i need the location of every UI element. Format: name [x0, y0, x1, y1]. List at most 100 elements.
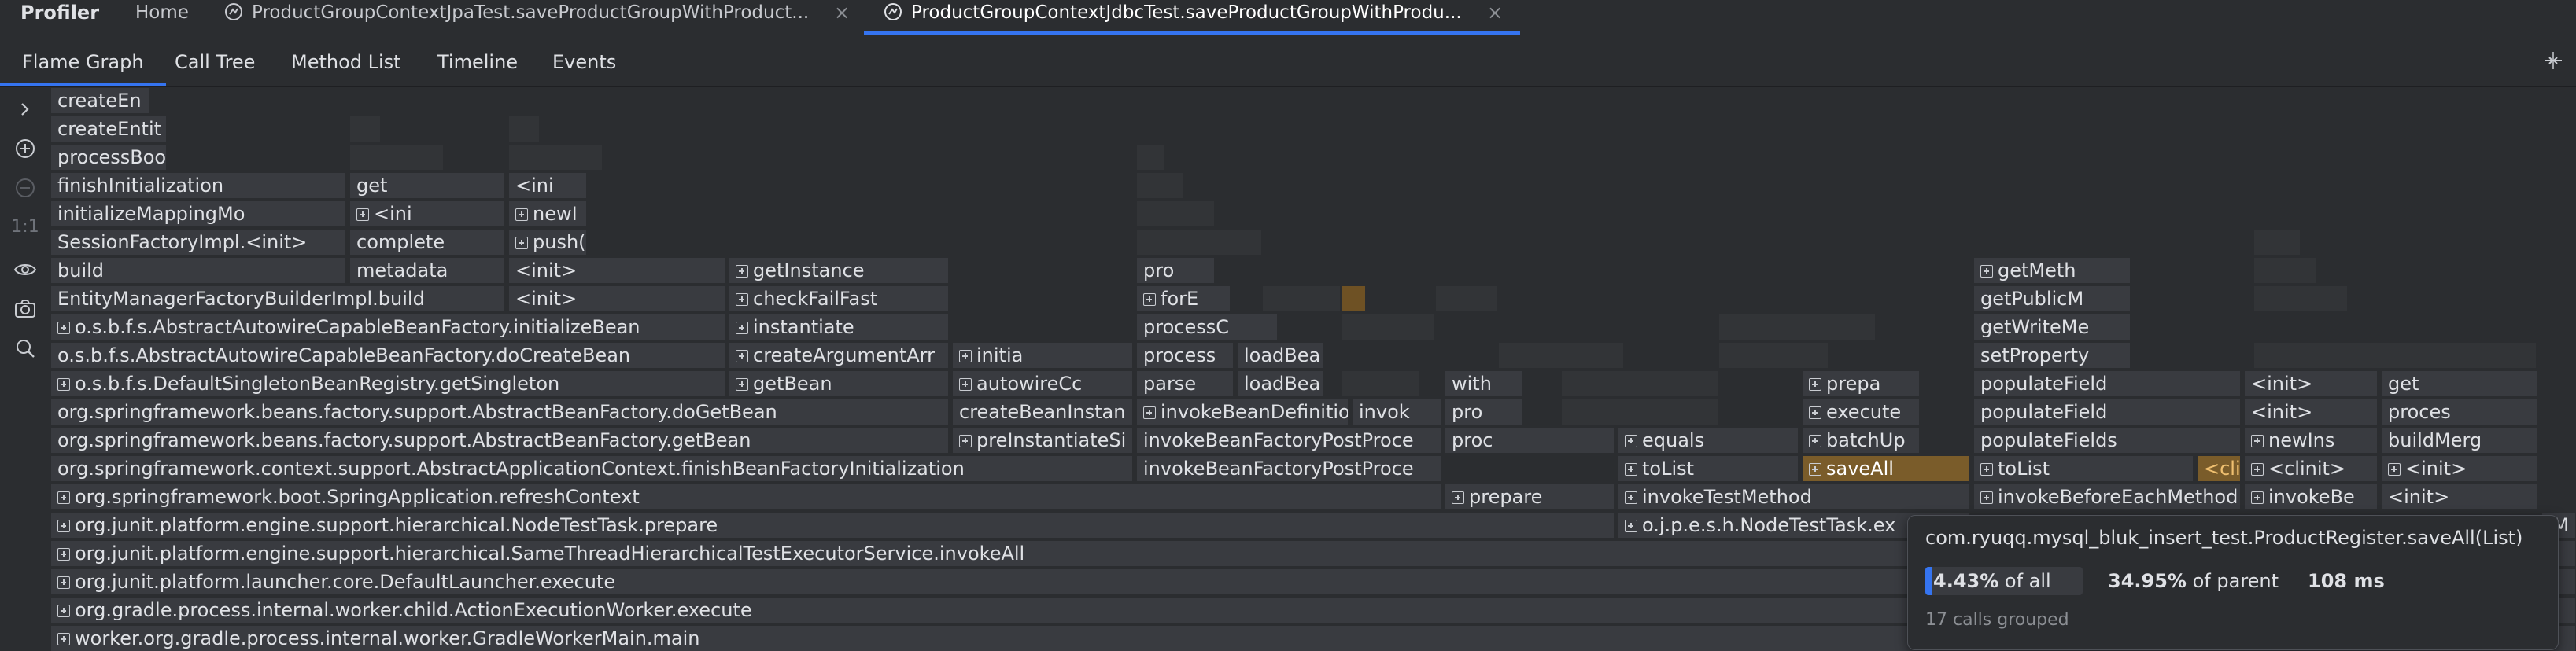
- frame-block[interactable]: [508, 144, 603, 171]
- frame[interactable]: invokeBeanDefinitio: [1136, 399, 1349, 425]
- frame[interactable]: proc: [1445, 427, 1615, 454]
- tab-home[interactable]: Home: [135, 0, 189, 35]
- frame[interactable]: getPublicM: [1973, 285, 2131, 312]
- frame[interactable]: invokeBeanFactoryPostProce: [1136, 427, 1441, 454]
- frame[interactable]: finishInitialization: [50, 172, 346, 199]
- frame-block[interactable]: [2253, 257, 2316, 284]
- frame[interactable]: process: [1136, 342, 1234, 369]
- frame[interactable]: toList: [1973, 455, 2194, 482]
- frame[interactable]: prepare: [1445, 484, 1615, 510]
- frame[interactable]: org.junit.platform.engine.support.hierar…: [50, 512, 1615, 539]
- frame-block[interactable]: [349, 116, 381, 142]
- close-icon[interactable]: ×: [834, 0, 850, 25]
- frame[interactable]: equals: [1618, 427, 1799, 454]
- frame-block[interactable]: [1718, 314, 1876, 340]
- frame[interactable]: pro: [1445, 399, 1523, 425]
- frame-block[interactable]: [1136, 172, 1183, 199]
- frame-block[interactable]: [1435, 285, 1498, 312]
- frame[interactable]: <init>: [508, 285, 725, 312]
- frame[interactable]: newI: [508, 200, 587, 227]
- frame[interactable]: o.s.b.f.s.AbstractAutowireCapableBeanFac…: [50, 342, 725, 369]
- actual-size-button[interactable]: 1:1: [9, 215, 41, 240]
- frame[interactable]: toList: [1618, 455, 1799, 482]
- frame-block[interactable]: [1136, 144, 1164, 171]
- tab-jdbc-test[interactable]: ProductGroupContextJdbcTest.saveProductG…: [864, 0, 1520, 35]
- frame[interactable]: o.s.b.f.s.DefaultSingletonBeanRegistry.g…: [50, 370, 725, 397]
- frame[interactable]: initializeMappingMo: [50, 200, 346, 227]
- frame-block[interactable]: [349, 144, 444, 171]
- frame[interactable]: invok: [1352, 399, 1441, 425]
- frame[interactable]: loadBea: [1237, 342, 1323, 369]
- frame[interactable]: o.s.b.f.s.AbstractAutowireCapableBeanFac…: [50, 314, 725, 340]
- frame-block[interactable]: [1136, 200, 1215, 227]
- frame-block[interactable]: [1341, 314, 1435, 340]
- frame-block[interactable]: [1341, 370, 1419, 397]
- frame[interactable]: getMeth: [1973, 257, 2131, 284]
- collapse-icon[interactable]: [2541, 49, 2565, 72]
- frame[interactable]: loadBea: [1237, 370, 1323, 397]
- frame[interactable]: invokeTestMethod: [1618, 484, 1970, 510]
- frame-block[interactable]: [1561, 370, 1718, 397]
- view-options-button[interactable]: [13, 257, 38, 282]
- frame[interactable]: checkFailFast: [729, 285, 949, 312]
- frame[interactable]: <ini: [508, 172, 587, 199]
- frame-block[interactable]: [1561, 399, 1718, 425]
- frame[interactable]: <init>: [2381, 484, 2538, 510]
- frame[interactable]: org.springframework.context.support.Abst…: [50, 455, 1133, 482]
- frame-block[interactable]: [2253, 342, 2537, 369]
- frame[interactable]: proces: [2381, 399, 2538, 425]
- frame[interactable]: getWriteMe: [1973, 314, 2131, 340]
- frame[interactable]: <init>: [2244, 399, 2378, 425]
- frame[interactable]: invokeBeanFactoryPostProce: [1136, 455, 1441, 482]
- frame[interactable]: build: [50, 257, 346, 284]
- frame[interactable]: with: [1445, 370, 1523, 397]
- frame[interactable]: processC: [1136, 314, 1278, 340]
- frame[interactable]: buildMerg: [2381, 427, 2538, 454]
- frame[interactable]: getInstance: [729, 257, 949, 284]
- frame[interactable]: get: [349, 172, 505, 199]
- frame[interactable]: <ini: [349, 200, 505, 227]
- zoom-out-button[interactable]: [13, 175, 38, 200]
- frame[interactable]: preInstantiateSi: [952, 427, 1133, 454]
- frame[interactable]: metadata: [349, 257, 505, 284]
- zoom-in-button[interactable]: [13, 136, 38, 161]
- tab-method-list[interactable]: Method List: [291, 35, 401, 86]
- tab-jpa-test[interactable]: ProductGroupContextJpaTest.saveProductGr…: [223, 0, 853, 35]
- frame[interactable]: instantiate: [729, 314, 949, 340]
- frame[interactable]: SessionFactoryImpl.<init>: [50, 229, 346, 256]
- frame-block[interactable]: [508, 116, 540, 142]
- frame[interactable]: get: [2381, 370, 2538, 397]
- frame[interactable]: processBoo: [50, 144, 167, 171]
- frame[interactable]: createEn: [50, 87, 149, 114]
- frame[interactable]: <init>: [2381, 455, 2538, 482]
- frame[interactable]: org.springframework.boot.SpringApplicati…: [50, 484, 1441, 510]
- frame[interactable]: org.springframework.beans.factory.suppor…: [50, 427, 949, 454]
- frame[interactable]: org.springframework.beans.factory.suppor…: [50, 399, 949, 425]
- frame-selected[interactable]: saveAll: [1802, 455, 1970, 482]
- frame[interactable]: invokeBe: [2244, 484, 2378, 510]
- frame[interactable]: populateField: [1973, 399, 2241, 425]
- frame[interactable]: initia: [952, 342, 1133, 369]
- frame-block[interactable]: [1341, 285, 1366, 312]
- tab-timeline[interactable]: Timeline: [437, 35, 518, 86]
- frame[interactable]: execute: [1802, 399, 1920, 425]
- frame[interactable]: push(: [508, 229, 587, 256]
- frame-block[interactable]: [1136, 229, 1262, 256]
- tab-flame-graph[interactable]: Flame Graph: [0, 35, 166, 86]
- frame[interactable]: populateField: [1973, 370, 2241, 397]
- frame[interactable]: parse: [1136, 370, 1234, 397]
- frame[interactable]: setProperty: [1973, 342, 2131, 369]
- close-icon[interactable]: ×: [1487, 0, 1503, 25]
- frame[interactable]: complete: [349, 229, 505, 256]
- search-button[interactable]: [13, 336, 38, 361]
- frame-block[interactable]: [1262, 285, 1341, 312]
- frame[interactable]: <clinit>: [2244, 455, 2378, 482]
- screenshot-button[interactable]: [13, 296, 38, 322]
- frame[interactable]: createArgumentArr: [729, 342, 949, 369]
- frame[interactable]: <init>: [508, 257, 725, 284]
- expand-button[interactable]: [13, 97, 38, 122]
- frame[interactable]: populateFields: [1973, 427, 2241, 454]
- frame[interactable]: forE: [1136, 285, 1231, 312]
- frame[interactable]: prepa: [1802, 370, 1920, 397]
- tab-call-tree[interactable]: Call Tree: [175, 35, 255, 86]
